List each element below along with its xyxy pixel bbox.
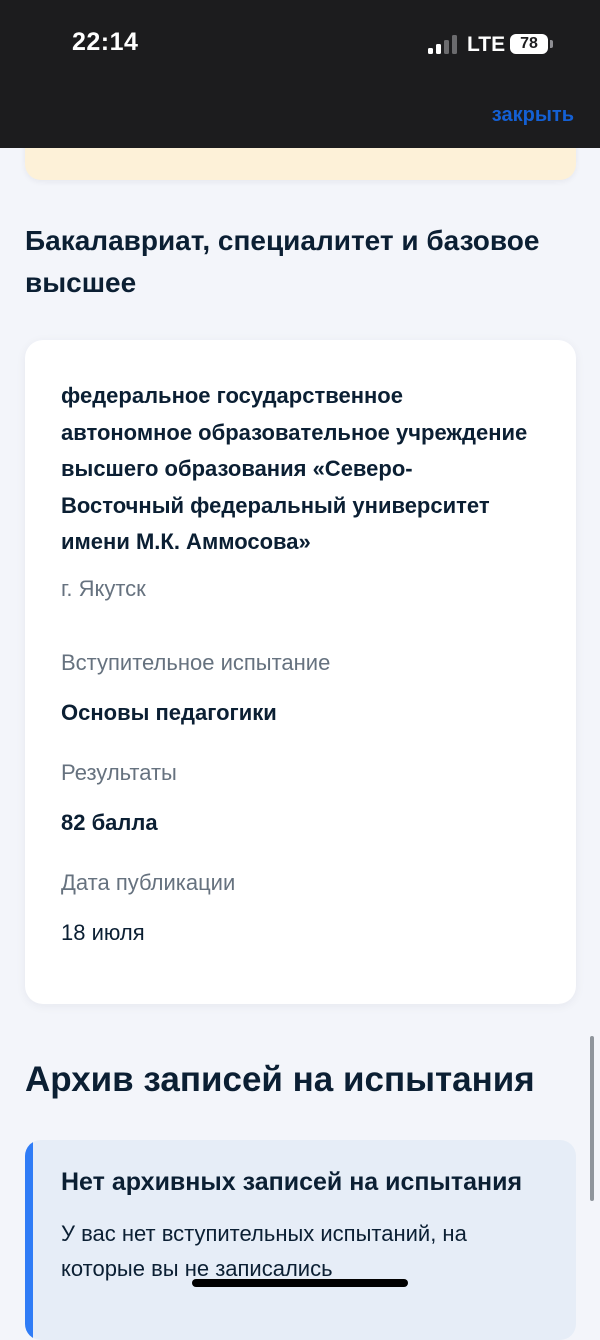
battery-nub	[550, 40, 553, 48]
exam-label: Вступительное испытание	[61, 650, 331, 675]
exam-result-card: федеральное государственное автономное о…	[25, 340, 576, 1004]
university-name: федеральное государственное автономное о…	[61, 383, 528, 554]
archive-info-card: Нет архивных записей на испытания У вас …	[25, 1140, 576, 1340]
battery-icon: 78	[510, 34, 548, 54]
top-bar: 22:14 LTE 78 закрыть	[0, 0, 600, 148]
exam-value: Основы педагогики	[61, 700, 277, 725]
signal-icon	[428, 34, 458, 54]
info-title: Нет архивных записей на испытания	[61, 1168, 523, 1196]
network-type: LTE	[467, 33, 506, 56]
results-label: Результаты	[61, 760, 177, 785]
section-title: Бакалавриат, специалитет и базовое высше…	[25, 225, 540, 298]
date-label: Дата публикации	[61, 870, 236, 895]
info-text: У вас нет вступительных испытаний, на ко…	[61, 1221, 467, 1281]
info-accent-bar	[25, 1140, 33, 1340]
status-time: 22:14	[72, 28, 139, 56]
archive-title: Архив записей на испытания	[25, 1060, 535, 1099]
university-city: г. Якутск	[61, 576, 146, 601]
date-value: 18 июля	[61, 920, 145, 945]
close-button[interactable]: закрыть	[492, 104, 574, 127]
results-value: 82 балла	[61, 810, 158, 835]
scrollbar[interactable]	[590, 1036, 594, 1201]
home-indicator[interactable]	[192, 1279, 408, 1287]
